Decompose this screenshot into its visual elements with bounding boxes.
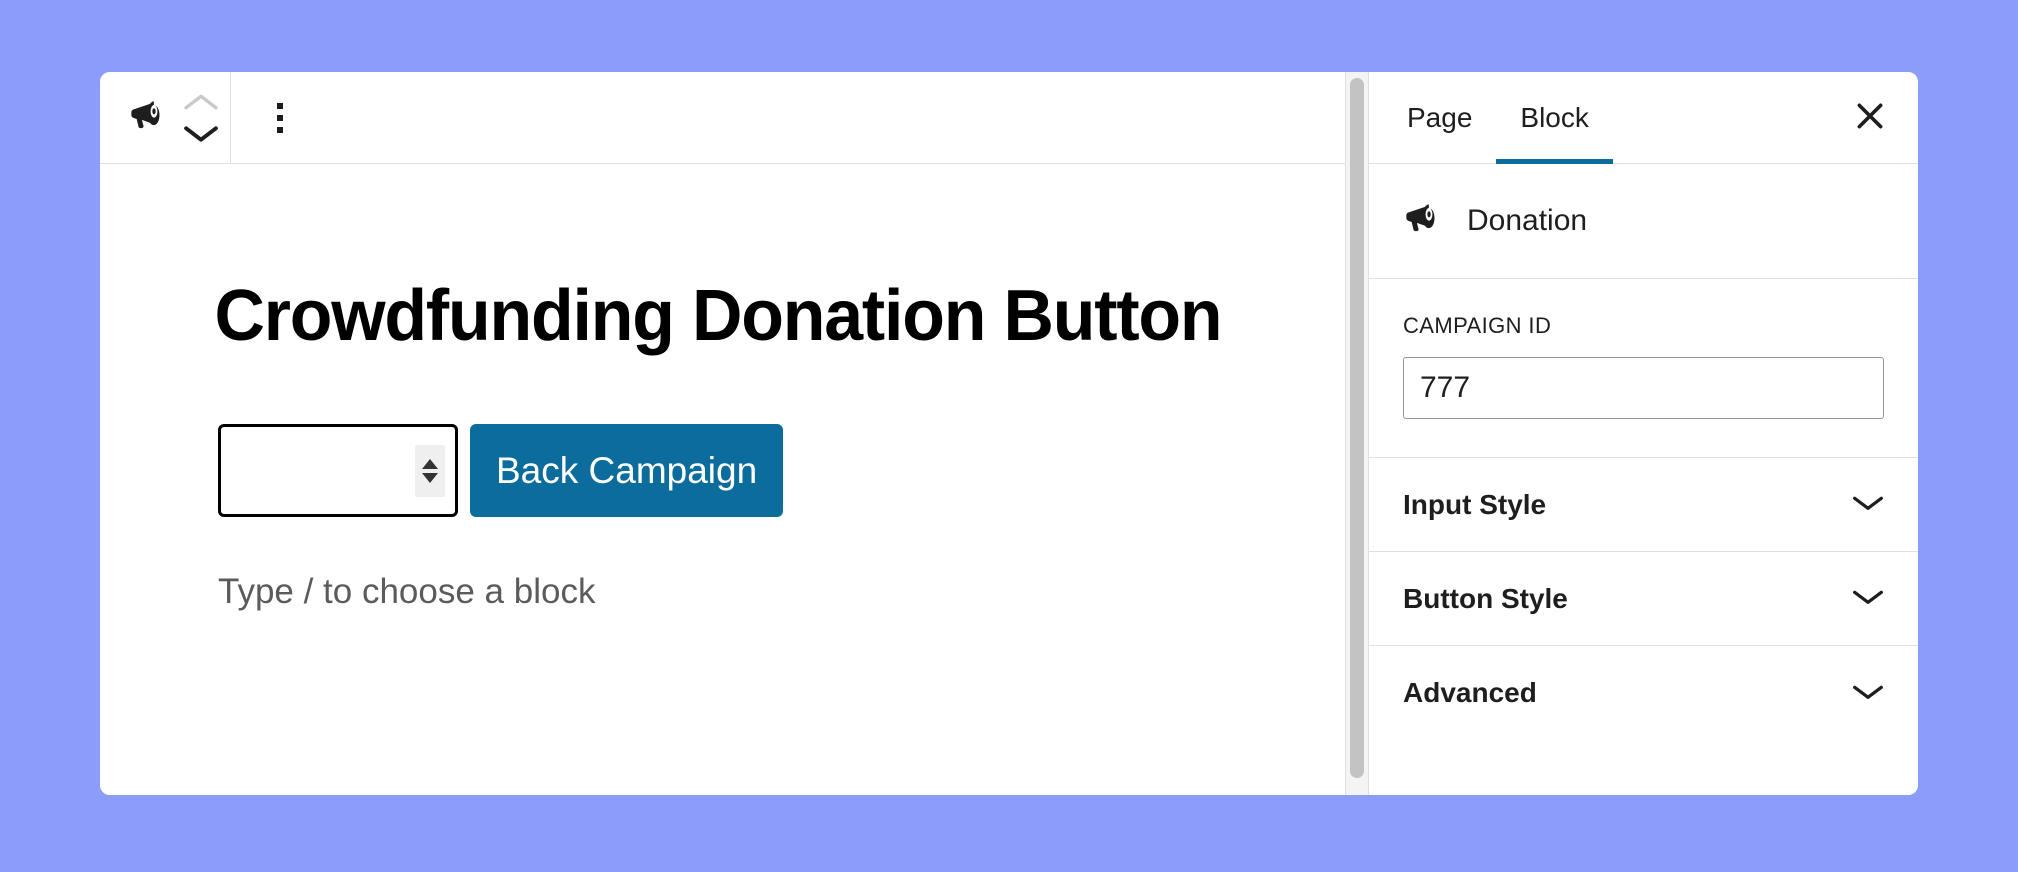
panel-input-style[interactable]: Input Style	[1369, 458, 1918, 552]
tab-block[interactable]: Block	[1496, 72, 1614, 164]
kebab-menu-icon[interactable]	[257, 88, 303, 148]
campaign-id-section: CAMPAIGN ID	[1369, 279, 1918, 458]
editor-canvas: Crowdfunding Donation Button Back Campai…	[100, 164, 1345, 795]
panel-button-style-title: Button Style	[1403, 582, 1568, 614]
panel-advanced-title: Advanced	[1403, 677, 1537, 708]
kebab-dot	[277, 126, 283, 133]
campaign-id-label: CAMPAIGN ID	[1403, 313, 1552, 338]
tab-page[interactable]: Page	[1383, 72, 1496, 163]
settings-sidebar: Page Block Donation CAMPAIGN ID 777 Inpu…	[1369, 72, 1918, 795]
editor-scrollbar-thumb[interactable]	[1350, 78, 1364, 778]
editor-scrollbar[interactable]	[1345, 72, 1369, 795]
block-type-button[interactable]	[118, 88, 178, 148]
chevron-up-icon[interactable]	[184, 92, 218, 112]
chevron-down-icon[interactable]	[184, 124, 218, 144]
megaphone-icon	[128, 96, 168, 139]
panel-advanced[interactable]: Advanced	[1369, 646, 1918, 740]
kebab-dot	[277, 102, 283, 109]
block-card: Donation	[1369, 164, 1918, 279]
panel-button-style[interactable]: Button Style	[1369, 552, 1918, 646]
editor-main: Crowdfunding Donation Button Back Campai…	[100, 72, 1345, 795]
back-campaign-button[interactable]: Back Campaign	[470, 424, 784, 517]
close-icon	[1853, 99, 1887, 136]
megaphone-icon	[1403, 199, 1443, 244]
block-mover[interactable]	[178, 83, 224, 153]
block-toolbar	[100, 72, 1345, 164]
page-title[interactable]: Crowdfunding Donation Button	[100, 164, 1308, 352]
donation-amount-input[interactable]	[218, 424, 458, 517]
chevron-down-icon	[1852, 682, 1884, 705]
spinner-up-arrow[interactable]	[422, 458, 438, 469]
block-toolbar-options-group	[231, 72, 309, 163]
block-card-title: Donation	[1467, 204, 1588, 237]
close-sidebar-button[interactable]	[1826, 72, 1918, 163]
chevron-down-icon	[1852, 493, 1884, 516]
panel-input-style-title: Input Style	[1403, 488, 1547, 520]
empty-block-placeholder[interactable]: Type / to choose a block	[100, 517, 1345, 616]
chevron-down-icon	[1852, 587, 1884, 610]
block-toolbar-primary-group	[100, 72, 231, 163]
campaign-id-input[interactable]	[1403, 357, 1884, 419]
donation-block: Back Campaign	[100, 352, 1345, 517]
kebab-dot	[277, 114, 283, 121]
spinner-arrows-icon[interactable]	[415, 444, 445, 497]
spinner-down-arrow[interactable]	[422, 472, 438, 483]
sidebar-tabs: Page Block	[1369, 72, 1918, 164]
editor-card: Crowdfunding Donation Button Back Campai…	[100, 72, 1918, 795]
